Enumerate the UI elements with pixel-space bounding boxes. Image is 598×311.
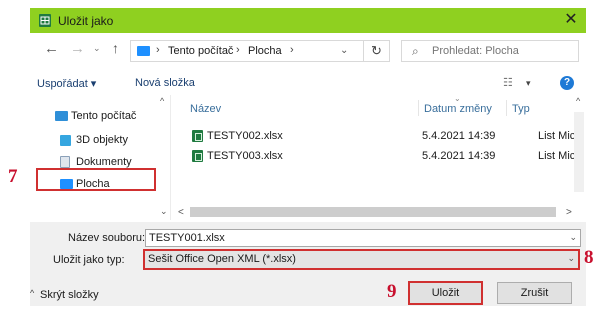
column-header-date[interactable]: Datum změny (424, 103, 492, 115)
sidebar-item-label: 3D objekty (76, 134, 128, 146)
cube-icon (60, 135, 71, 146)
column-header-name[interactable]: Název (190, 103, 221, 115)
filename-label: Název souboru: (68, 232, 146, 244)
sidebar-item-this-pc[interactable]: Tento počítač (55, 107, 137, 125)
file-name: TESTY002.xlsx (207, 130, 283, 142)
address-dropdown-icon[interactable]: ⌄ (340, 45, 348, 56)
column-header-type[interactable]: Typ (512, 103, 530, 115)
file-row[interactable]: TESTY003.xlsx 5.4.2021 14:39 List Micro (190, 148, 576, 166)
desktop-icon (137, 46, 150, 56)
recent-locations-chevron-icon[interactable]: ⌄ (93, 43, 101, 54)
sort-chevron-icon: ⌄ (454, 94, 461, 103)
excel-file-icon (192, 130, 203, 142)
save-as-type-select[interactable]: Sešit Office Open XML (*.xlsx) ⌄ (143, 249, 580, 270)
address-bar[interactable]: › Tento počítač › Plocha › ⌄ (130, 40, 364, 62)
chevron-up-icon[interactable]: ^ (30, 288, 34, 298)
search-icon: ⌕ (412, 44, 419, 58)
help-icon[interactable]: ? (560, 76, 574, 90)
sidebar-item-label: Dokumenty (76, 156, 132, 168)
hide-folders-toggle[interactable]: Skrýt složky (40, 289, 99, 301)
breadcrumb-separator-icon[interactable]: › (156, 44, 160, 56)
filename-dropdown-icon[interactable]: ⌄ (569, 232, 577, 243)
up-arrow-icon[interactable]: ↑ (112, 40, 119, 56)
horizontal-scrollbar-thumb[interactable] (190, 207, 556, 217)
filename-input[interactable] (149, 230, 563, 246)
view-dropdown-icon[interactable]: ▾ (526, 78, 531, 89)
breadcrumb-separator-icon[interactable]: › (236, 44, 240, 56)
refresh-icon[interactable]: ↻ (364, 40, 390, 62)
organize-button[interactable]: Uspořádat ▾ (37, 77, 96, 90)
step-number-7: 7 (8, 166, 18, 187)
sidebar-item-label: Tento počítač (71, 110, 137, 122)
list-scroll-up-icon[interactable]: ^ (576, 96, 580, 106)
search-input[interactable] (432, 41, 572, 61)
window-title: Uložit jako (58, 14, 114, 28)
back-arrow-icon[interactable]: ← (44, 40, 59, 57)
breadcrumb-separator-icon[interactable]: › (290, 44, 294, 56)
step-number-9: 9 (387, 281, 397, 302)
scroll-left-icon[interactable]: < (178, 207, 184, 218)
save-as-type-label: Uložit jako typ: (53, 254, 125, 266)
file-type: List Micro (538, 150, 576, 162)
file-row[interactable]: TESTY002.xlsx 5.4.2021 14:39 List Micro (190, 128, 576, 146)
pane-scroll-down-icon[interactable]: ⌄ (160, 206, 168, 217)
cancel-button[interactable]: Zrušit (497, 282, 572, 304)
desktop-highlight-box (36, 168, 156, 191)
excel-file-icon (192, 150, 203, 162)
view-options-icon[interactable]: ☷ (503, 76, 513, 89)
breadcrumb-desktop[interactable]: Plocha (248, 45, 282, 57)
pane-scroll-up-icon[interactable]: ^ (160, 96, 164, 106)
computer-icon (55, 111, 68, 121)
type-dropdown-icon[interactable]: ⌄ (567, 253, 575, 264)
excel-icon (39, 14, 51, 27)
file-name: TESTY003.xlsx (207, 150, 283, 162)
save-as-type-value: Sešit Office Open XML (*.xlsx) (148, 253, 296, 265)
title-bar: Uložit jako ✕ (30, 8, 586, 33)
sidebar-item-3d-objects[interactable]: 3D objekty (60, 131, 128, 149)
navigation-pane: Tento počítač 3D objekty Dokumenty Ploch… (31, 95, 171, 220)
search-box[interactable]: ⌕ (401, 40, 579, 62)
column-divider[interactable] (418, 100, 419, 116)
document-icon (60, 156, 70, 168)
new-folder-button[interactable]: Nová složka (135, 77, 195, 89)
save-button[interactable]: Uložit (408, 281, 483, 305)
column-divider[interactable] (506, 100, 507, 116)
step-number-8: 8 (584, 247, 594, 268)
breadcrumb-this-pc[interactable]: Tento počítač (168, 45, 233, 57)
file-date: 5.4.2021 14:39 (422, 130, 496, 142)
scroll-right-icon[interactable]: > (566, 207, 572, 218)
close-icon[interactable]: ✕ (562, 11, 580, 29)
file-date: 5.4.2021 14:39 (422, 150, 496, 162)
file-type: List Micro (538, 130, 576, 142)
filename-field[interactable]: ⌄ (145, 229, 581, 247)
forward-arrow-icon[interactable]: → (70, 40, 85, 57)
vertical-scrollbar[interactable] (574, 112, 584, 192)
